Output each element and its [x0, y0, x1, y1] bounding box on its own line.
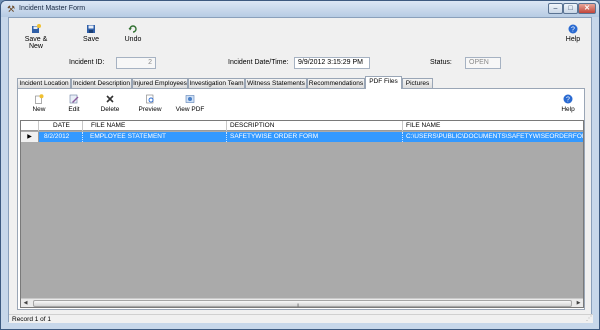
scroll-right-icon[interactable]: ▶: [574, 299, 583, 307]
status-field[interactable]: OPEN: [465, 57, 501, 69]
help-icon: ?: [568, 24, 578, 34]
undo-label: Undo: [124, 36, 142, 43]
grid-header: DATE FILE NAME DESCRIPTION FILE NAME: [21, 121, 583, 131]
edit-icon: [69, 94, 79, 104]
preview-label: Preview: [138, 106, 162, 113]
window-title: Incident Master Form: [19, 5, 86, 12]
help-label: Help: [565, 36, 581, 43]
delete-label: Delete: [100, 106, 120, 113]
save-and-new-label: Save & New: [24, 36, 48, 50]
tab-pdf-files[interactable]: PDF Files: [365, 76, 402, 89]
scroll-grip-icon: |||: [297, 302, 299, 307]
scroll-left-icon[interactable]: ◀: [21, 299, 30, 307]
title-bar[interactable]: ⚒ Incident Master Form – □ ✕: [1, 1, 599, 17]
edit-button[interactable]: Edit: [63, 94, 85, 113]
incident-datetime-field[interactable]: 9/9/2012 3:15:29 PM: [294, 57, 370, 69]
undo-arrow-icon: [128, 24, 138, 34]
tab-pictures[interactable]: Pictures: [402, 78, 433, 88]
row-selector-arrow-icon[interactable]: ▶: [21, 132, 39, 142]
tab-witness-statements[interactable]: Witness Statements: [245, 78, 307, 88]
row-header-corner: [21, 121, 39, 131]
record-count-text: Record 1 of 1: [12, 316, 52, 323]
view-pdf-button[interactable]: View PDF: [173, 94, 207, 113]
column-header-file-path[interactable]: FILE NAME: [403, 121, 583, 131]
cell-file-name[interactable]: EMPLOYEE STATEMENT: [83, 132, 227, 142]
new-document-icon: [34, 94, 44, 104]
cell-description[interactable]: SAFETYWISE ORDER FORM: [227, 132, 403, 142]
new-button[interactable]: New: [28, 94, 50, 113]
view-pdf-icon: [185, 94, 195, 104]
minimize-button[interactable]: –: [548, 3, 563, 14]
incident-master-window: ⚒ Incident Master Form – □ ✕ Save & New …: [0, 0, 600, 330]
resize-grip-icon[interactable]: ⋰: [586, 315, 592, 323]
scroll-thumb[interactable]: |||: [33, 300, 572, 307]
help-button[interactable]: ? Help: [561, 24, 585, 43]
close-button[interactable]: ✕: [578, 3, 596, 14]
column-header-file-name[interactable]: FILE NAME: [83, 121, 227, 131]
new-label: New: [32, 106, 46, 113]
undo-button[interactable]: Undo: [119, 24, 147, 43]
tab-recommendations[interactable]: Recommendations: [307, 78, 365, 88]
column-header-description[interactable]: DESCRIPTION: [227, 121, 403, 131]
horizontal-scrollbar[interactable]: ◀ ||| ▶: [21, 298, 583, 307]
cell-file-path[interactable]: C:\USERS\PUBLIC\DOCUMENTS\SAFETYWISEORDE…: [403, 132, 583, 142]
save-button[interactable]: Save: [77, 24, 105, 43]
incident-datetime-label: Incident Date/Time:: [228, 59, 289, 66]
form-client-area: Save & New Save Undo ? Help Incident ID:…: [8, 17, 593, 323]
cell-date[interactable]: 8/2/2012: [39, 132, 83, 142]
view-pdf-label: View PDF: [175, 106, 205, 113]
svg-text:?: ?: [571, 27, 575, 34]
tab-injured-employees[interactable]: Injured Employees: [132, 78, 188, 88]
save-label: Save: [83, 36, 99, 43]
help-icon: ?: [563, 94, 573, 104]
panel-help-button[interactable]: ? Help: [557, 94, 579, 113]
tools-icon: ⚒: [6, 4, 16, 14]
status-bar: Record 1 of 1 ⋰: [9, 314, 593, 323]
preview-button[interactable]: Preview: [135, 94, 165, 113]
incident-id-label: Incident ID:: [69, 59, 105, 66]
edit-label: Edit: [68, 106, 80, 113]
floppy-disk-icon: [86, 24, 96, 34]
save-new-icon: [31, 24, 41, 34]
panel-help-label: Help: [561, 106, 575, 113]
pdf-files-panel: New Edit Delete Preview View PDF ? Help …: [17, 88, 585, 310]
tab-incident-location[interactable]: Incident Location: [17, 78, 71, 88]
delete-x-icon: [105, 94, 115, 104]
preview-icon: [145, 94, 155, 104]
incident-id-field[interactable]: 2: [116, 57, 156, 69]
status-label: Status:: [430, 59, 452, 66]
pdf-files-grid[interactable]: DATE FILE NAME DESCRIPTION FILE NAME ▶ 8…: [20, 120, 584, 308]
tab-incident-description[interactable]: Incident Description: [71, 78, 132, 88]
table-row[interactable]: ▶ 8/2/2012 EMPLOYEE STATEMENT SAFETYWISE…: [21, 132, 583, 142]
column-header-date[interactable]: DATE: [39, 121, 83, 131]
svg-text:?: ?: [566, 97, 570, 104]
tab-investigation-team[interactable]: Investigation Team: [188, 78, 245, 88]
maximize-button[interactable]: □: [563, 3, 578, 14]
delete-button[interactable]: Delete: [97, 94, 123, 113]
save-and-new-button[interactable]: Save & New: [17, 24, 55, 50]
